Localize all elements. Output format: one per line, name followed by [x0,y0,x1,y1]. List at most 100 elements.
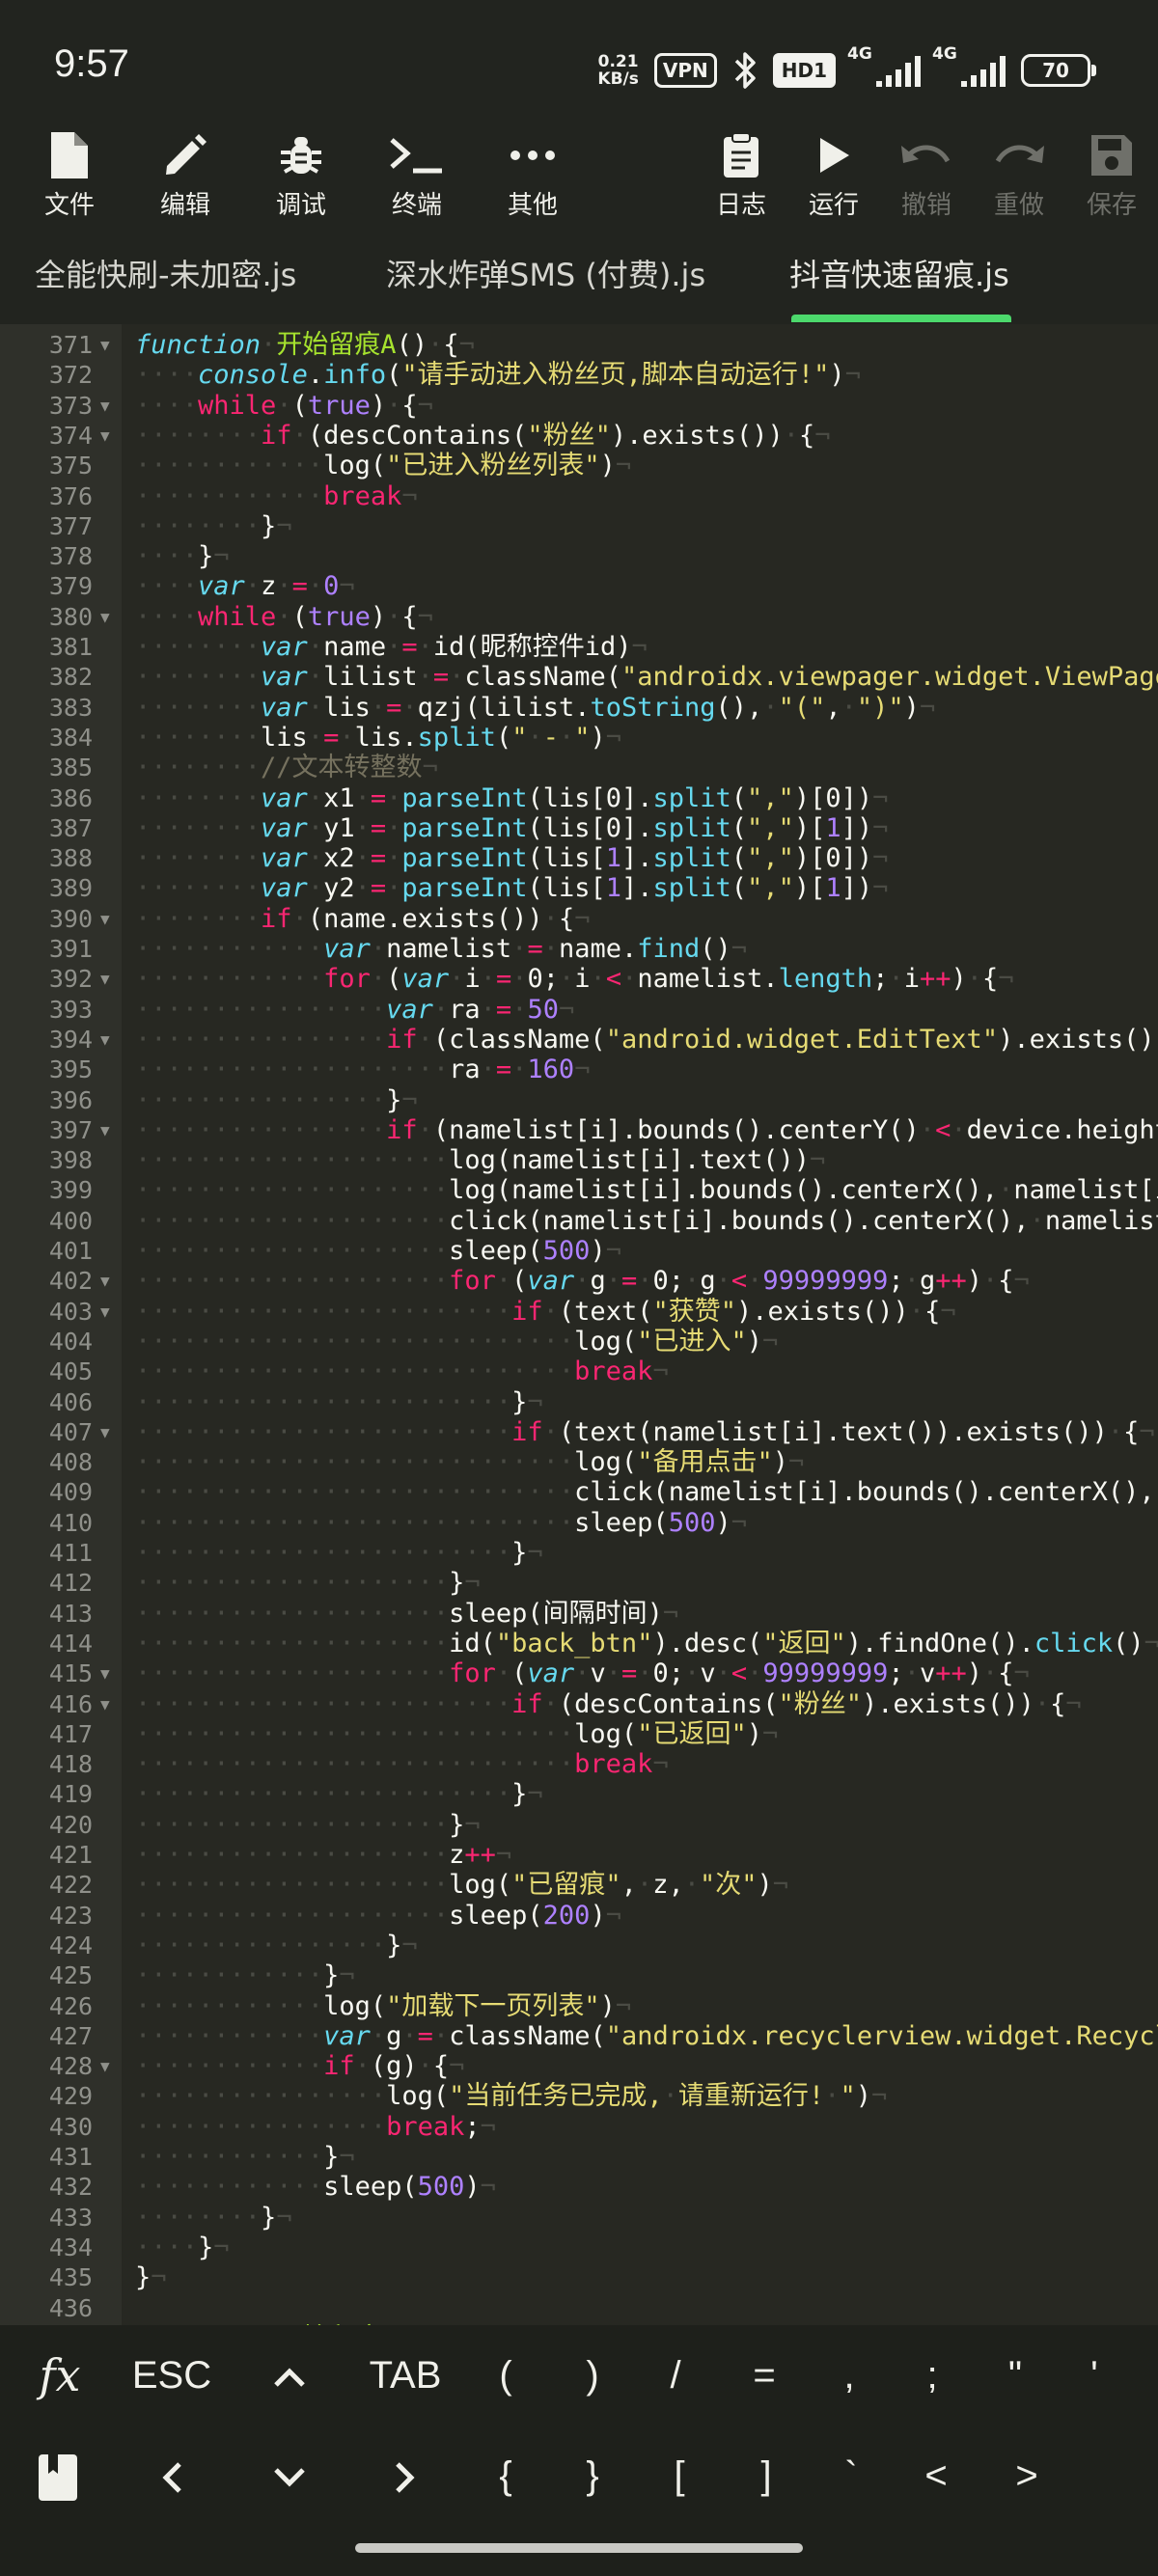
code-line[interactable]: 429 ················log("当前任务已完成,·请重新运行!·… [0,2081,1158,2111]
code-line[interactable]: 415 ▼ ····················for·(var·v·=·0;·… [0,1658,1158,1688]
code-line[interactable]: 423 ····················sleep(200)¬ [0,1901,1158,1931]
code-line[interactable]: 389 ········var·y2·=·parseInt(lis[1].spli… [0,873,1158,903]
edit-button[interactable]: 编辑 [137,125,234,221]
symbol-key-9[interactable]: < [897,2425,975,2526]
chevron-down-icon[interactable] [251,2425,328,2526]
code-line[interactable]: 388 ········var·x2·=·parseInt(lis[1].spli… [0,843,1158,873]
code-line[interactable]: 371 ▼ function·开始留痕A()·{¬ [0,330,1158,360]
code-line[interactable]: 383 ········var·lis·=·qzj(lilist.toString… [0,693,1158,723]
code-line[interactable]: 402 ▼ ····················for·(var·g·=·0;·… [0,1266,1158,1296]
code-line[interactable]: 421 ····················z++¬ [0,1840,1158,1870]
code-line[interactable]: 390 ▼ ········if·(name.exists())·{¬ [0,904,1158,934]
fold-arrow-icon[interactable]: ▼ [100,1115,110,1145]
key-7[interactable]: = [735,2325,793,2425]
fold-arrow-icon[interactable]: ▼ [100,1658,110,1688]
code-line[interactable]: 393 ················var·ra·=·50¬ [0,995,1158,1025]
home-indicator[interactable] [355,2543,803,2553]
key-11[interactable]: ' [1070,2325,1118,2425]
code-line[interactable]: 424 ················}¬ [0,1931,1158,1960]
code-line[interactable]: 427 ············var·g·=·className("androi… [0,2021,1158,2051]
symbol-key-5[interactable]: } [554,2425,631,2526]
key-5[interactable]: ) [564,2325,621,2425]
code-line[interactable]: 384 ········lis·=·lis.split("·-·")¬ [0,723,1158,753]
code-line[interactable]: 397 ▼ ················if·(namelist[i].boun… [0,1115,1158,1145]
code-line[interactable]: 380 ▼ ····while·(true)·{¬ [0,602,1158,632]
chevron-left-icon[interactable] [133,2425,210,2526]
key-3[interactable]: TAB [352,2325,458,2425]
code-line[interactable]: 410 ····························sleep(500… [0,1508,1158,1538]
code-line[interactable]: 387 ········var·y1·=·parseInt(lis[0].spli… [0,813,1158,843]
code-line[interactable]: 372 ····console.info("请手动进入粉丝页,脚本自动运行!")¬ [0,360,1158,390]
code-line[interactable]: 430 ················break;¬ [0,2112,1158,2142]
symbol-key-6[interactable]: [ [641,2425,718,2526]
code-line[interactable]: 395 ····················ra·=·160¬ [0,1055,1158,1084]
redo-button[interactable]: 重做 [971,125,1067,221]
code-line[interactable]: 375 ············log("已进入粉丝列表")¬ [0,451,1158,480]
code-line[interactable]: 406 ························}¬ [0,1387,1158,1417]
tab-file-1[interactable]: 全能快刷-未加密.js [35,251,296,299]
debug-button[interactable]: 调试 [253,125,349,221]
log-button[interactable]: 日志 [693,125,789,221]
code-line[interactable]: 414 ····················id("back_btn").de… [0,1629,1158,1658]
symbol-key-4[interactable]: { [467,2425,544,2526]
fold-arrow-icon[interactable]: ▼ [100,330,110,360]
fold-arrow-icon[interactable]: ▼ [100,602,110,632]
code-line[interactable]: 417 ····························log("已返回"… [0,1719,1158,1749]
code-line[interactable]: 425 ············}¬ [0,1960,1158,1990]
code-line[interactable]: 409 ····························click(nam… [0,1477,1158,1507]
code-line[interactable]: 401 ····················sleep(500)¬ [0,1236,1158,1266]
code-line[interactable]: 432 ············sleep(500)¬ [0,2172,1158,2202]
code-line[interactable]: 411 ························}¬ [0,1538,1158,1568]
fold-arrow-icon[interactable]: ▼ [100,391,110,421]
code-line[interactable]: 399 ····················log(namelist[i].b… [0,1175,1158,1205]
code-line[interactable]: 413 ····················sleep(间隔时间)¬ [0,1599,1158,1629]
fold-arrow-icon[interactable]: ▼ [100,1417,110,1447]
code-line[interactable]: 408 ····························log("备用点击… [0,1447,1158,1477]
terminal-button[interactable]: 终端 [369,125,465,221]
code-line[interactable]: 386 ········var·x1·=·parseInt(lis[0].spli… [0,783,1158,813]
code-line[interactable]: 396 ················}¬ [0,1085,1158,1115]
undo-button[interactable]: 撤销 [878,125,975,221]
save-button[interactable]: 保存 [1063,125,1158,221]
code-line[interactable]: 392 ▼ ············for·(var·i·=·0;·i·<·name… [0,964,1158,994]
code-line[interactable]: 435}¬ [0,2262,1158,2292]
code-line[interactable]: 416 ▼ ························if·(descCont… [0,1689,1158,1719]
more-button[interactable]: 其他 [484,125,581,221]
code-line[interactable]: 436 [0,2293,1158,2323]
code-line[interactable]: 420 ····················}¬ [0,1810,1158,1840]
fold-arrow-icon[interactable]: ▼ [100,964,110,994]
chevron-right-icon[interactable] [367,2425,444,2526]
key-1[interactable]: ESC [124,2325,220,2425]
code-line[interactable]: 428 ▼ ············if·(g)·{¬ [0,2051,1158,2081]
code-line[interactable]: 400 ····················click(namelist[i]… [0,1206,1158,1236]
symbol-key-7[interactable]: ] [728,2425,805,2526]
fold-arrow-icon[interactable]: ▼ [100,1025,110,1055]
code-line[interactable]: 382 ········var·lilist·=·className("andro… [0,662,1158,692]
key-4[interactable]: ( [477,2325,535,2425]
key-8[interactable]: , [825,2325,873,2425]
code-line[interactable]: 404 ····························log("已进入"… [0,1327,1158,1357]
code-line[interactable]: 419 ························}¬ [0,1779,1158,1809]
code-line[interactable]: 405 ····························break¬ [0,1357,1158,1386]
code-line[interactable]: 418 ····························break¬ [0,1749,1158,1779]
code-line[interactable]: 378 ····}¬ [0,541,1158,571]
code-line[interactable]: 426 ············log("加载下一页列表")¬ [0,1991,1158,2021]
bookmark-icon[interactable] [19,2425,96,2526]
tab-file-2[interactable]: 深水炸弹SMS (付费).js [386,251,705,299]
symbol-key-10[interactable]: > [988,2425,1065,2526]
code-line[interactable]: 373 ▼ ····while·(true)·{¬ [0,391,1158,421]
key-9[interactable]: ; [908,2325,956,2425]
code-editor[interactable]: 371 ▼ function·开始留痕A()·{¬ 372 ····console.in… [0,324,1158,2325]
code-line[interactable]: 385 ········//文本转整数¬ [0,753,1158,782]
code-line[interactable]: 407 ▼ ························if·(text(nam… [0,1417,1158,1447]
symbol-key-8[interactable]: ` [813,2425,890,2526]
run-button[interactable]: 运行 [786,125,882,221]
code-line[interactable]: 431 ············}¬ [0,2142,1158,2172]
code-line[interactable]: 381 ········var·name·=·id(昵称控件id)¬ [0,632,1158,662]
code-line[interactable]: 412 ····················}¬ [0,1568,1158,1598]
code-line[interactable]: 379 ····var·z·=·0¬ [0,571,1158,601]
key-10[interactable]: " [991,2325,1039,2425]
code-line[interactable]: 376 ············break¬ [0,481,1158,511]
code-line[interactable]: 398 ····················log(namelist[i].t… [0,1145,1158,1175]
fold-arrow-icon[interactable]: ▼ [100,1297,110,1327]
